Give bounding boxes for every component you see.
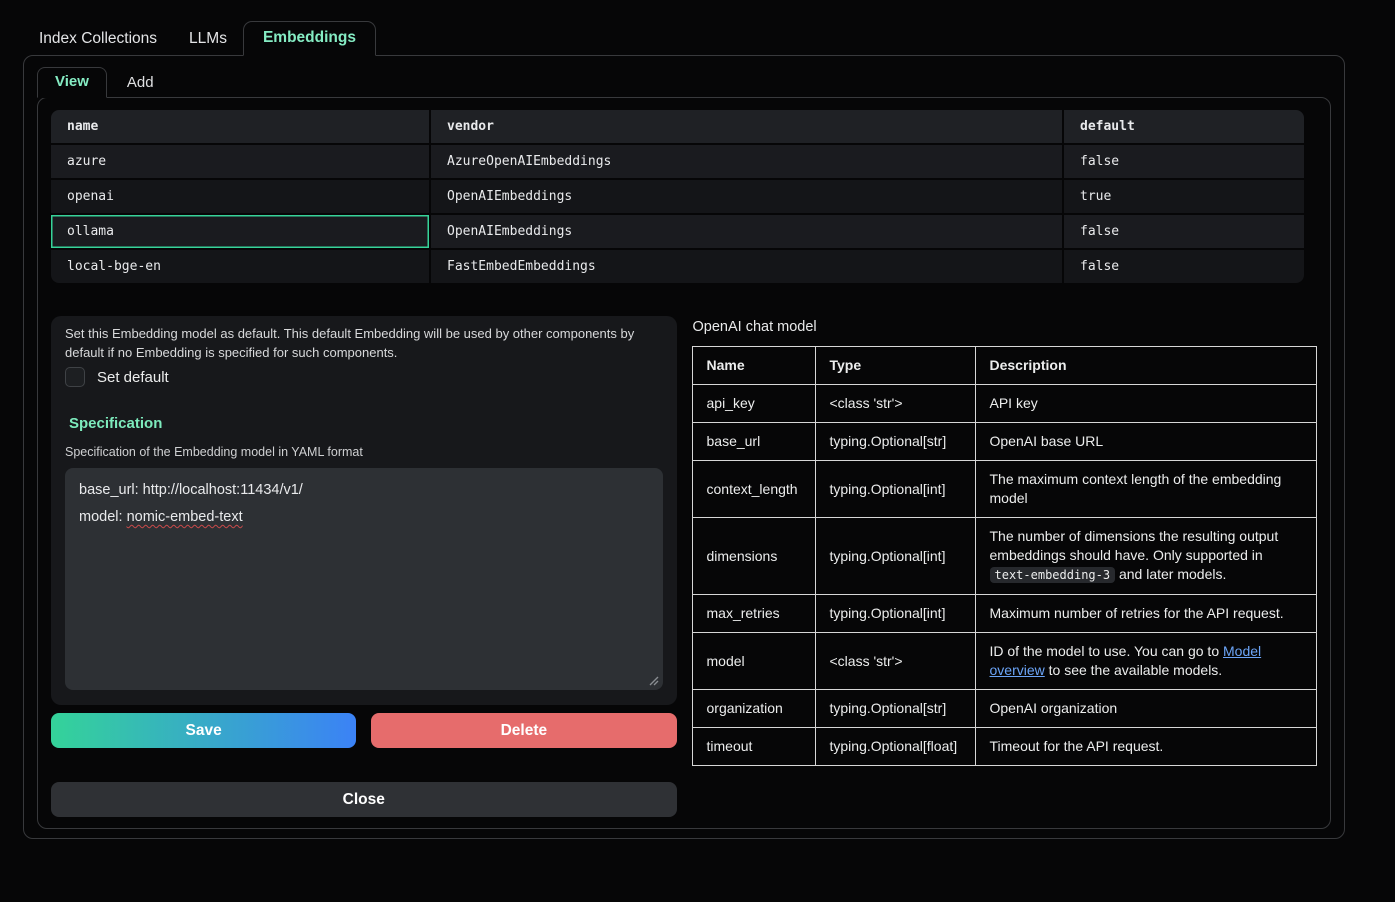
param-type: typing.Optional[str] — [815, 423, 975, 461]
set-default-checkbox[interactable] — [65, 367, 85, 387]
set-default-row: Set default — [65, 367, 663, 387]
docs-header-description: Description — [975, 347, 1317, 385]
tab-embeddings[interactable]: Embeddings — [243, 21, 376, 56]
param-name: context_length — [692, 461, 815, 518]
table-row-local-bge-en-default[interactable]: false — [1064, 250, 1304, 283]
table-row-azure-default[interactable]: false — [1064, 145, 1304, 178]
param-name: dimensions — [692, 518, 815, 595]
param-desc: The maximum context length of the embedd… — [975, 461, 1317, 518]
table-row-ollama-default[interactable]: false — [1064, 215, 1304, 248]
param-type: typing.Optional[int] — [815, 595, 975, 633]
param-desc: ID of the model to use. You can go to Mo… — [975, 633, 1317, 690]
embeddings-table: name vendor default azure AzureOpenAIEmb… — [51, 110, 1304, 283]
param-desc: Maximum number of retries for the API re… — [975, 595, 1317, 633]
docs-title: OpenAI chat model — [693, 319, 1318, 335]
param-desc: The number of dimensions the resulting o… — [975, 518, 1317, 595]
doc-row-dimensions: dimensions typing.Optional[int] The numb… — [692, 518, 1317, 595]
inline-code: text-embedding-3 — [990, 567, 1116, 583]
doc-row-max-retries: max_retries typing.Optional[int] Maximum… — [692, 595, 1317, 633]
docs-header-name: Name — [692, 347, 815, 385]
table-row-ollama-vendor[interactable]: OpenAIEmbeddings — [431, 215, 1062, 248]
yaml-spec-textarea[interactable]: base_url: http://localhost:11434/v1/ mod… — [65, 468, 663, 690]
doc-row-context-length: context_length typing.Optional[int] The … — [692, 461, 1317, 518]
param-type: typing.Optional[int] — [815, 518, 975, 595]
save-button[interactable]: Save — [51, 713, 356, 748]
param-type: <class 'str'> — [815, 385, 975, 423]
yaml-line-2: model: nomic-embed-text — [79, 504, 649, 531]
doc-row-base-url: base_url typing.Optional[str] OpenAI bas… — [692, 423, 1317, 461]
param-desc: Timeout for the API request. — [975, 728, 1317, 766]
tab-index-collections[interactable]: Index Collections — [23, 23, 173, 56]
embedding-form-panel: Set this Embedding model as default. Thi… — [51, 316, 677, 705]
param-name: organization — [692, 690, 815, 728]
subtab-view[interactable]: View — [37, 67, 107, 98]
specification-heading: Specification — [69, 415, 663, 432]
doc-row-timeout: timeout typing.Optional[float] Timeout f… — [692, 728, 1317, 766]
subtab-add[interactable]: Add — [107, 69, 174, 98]
set-default-label: Set default — [97, 369, 169, 386]
yaml-model-value: nomic-embed-text — [127, 509, 243, 525]
table-row-azure-name[interactable]: azure — [51, 145, 429, 178]
tab-llms[interactable]: LLMs — [173, 23, 243, 56]
emb-col-header-vendor: vendor — [431, 110, 1062, 143]
edit-form-column: Set this Embedding model as default. Thi… — [51, 316, 677, 817]
sub-tab-bar: View Add — [37, 67, 1344, 98]
param-desc: OpenAI organization — [975, 690, 1317, 728]
param-desc: API key — [975, 385, 1317, 423]
table-row-local-bge-en-name[interactable]: local-bge-en — [51, 250, 429, 283]
table-row-azure-vendor[interactable]: AzureOpenAIEmbeddings — [431, 145, 1062, 178]
doc-row-model: model <class 'str'> ID of the model to u… — [692, 633, 1317, 690]
doc-row-organization: organization typing.Optional[str] OpenAI… — [692, 690, 1317, 728]
param-name: api_key — [692, 385, 815, 423]
doc-row-api-key: api_key <class 'str'> API key — [692, 385, 1317, 423]
resize-handle-icon[interactable] — [648, 675, 659, 686]
param-name: max_retries — [692, 595, 815, 633]
param-type: typing.Optional[float] — [815, 728, 975, 766]
main-tab-bar: Index Collections LLMs Embeddings — [23, 21, 1395, 56]
params-doc-table: Name Type Description api_key <class 'st… — [692, 346, 1318, 766]
table-row-local-bge-en-vendor[interactable]: FastEmbedEmbeddings — [431, 250, 1062, 283]
param-name: model — [692, 633, 815, 690]
close-button[interactable]: Close — [51, 782, 677, 817]
action-button-row: Save Delete — [51, 713, 677, 748]
docs-header-type: Type — [815, 347, 975, 385]
emb-col-header-default: default — [1064, 110, 1304, 143]
param-name: timeout — [692, 728, 815, 766]
table-row-ollama-name[interactable]: ollama — [51, 215, 429, 248]
param-type: <class 'str'> — [815, 633, 975, 690]
embeddings-panel: View Add name vendor default azure Azure… — [23, 55, 1345, 839]
emb-col-header-name: name — [51, 110, 429, 143]
table-row-openai-name[interactable]: openai — [51, 180, 429, 213]
param-name: base_url — [692, 423, 815, 461]
param-type: typing.Optional[str] — [815, 690, 975, 728]
param-desc: OpenAI base URL — [975, 423, 1317, 461]
yaml-line-1: base_url: http://localhost:11434/v1/ — [79, 477, 649, 504]
docs-column: OpenAI chat model Name Type Description … — [692, 316, 1318, 817]
table-row-openai-vendor[interactable]: OpenAIEmbeddings — [431, 180, 1062, 213]
set-default-help-text: Set this Embedding model as default. Thi… — [65, 324, 663, 362]
view-panel: name vendor default azure AzureOpenAIEmb… — [37, 97, 1331, 829]
table-row-openai-default[interactable]: true — [1064, 180, 1304, 213]
delete-button[interactable]: Delete — [371, 713, 676, 748]
param-type: typing.Optional[int] — [815, 461, 975, 518]
specification-help-text: Specification of the Embedding model in … — [65, 445, 663, 459]
